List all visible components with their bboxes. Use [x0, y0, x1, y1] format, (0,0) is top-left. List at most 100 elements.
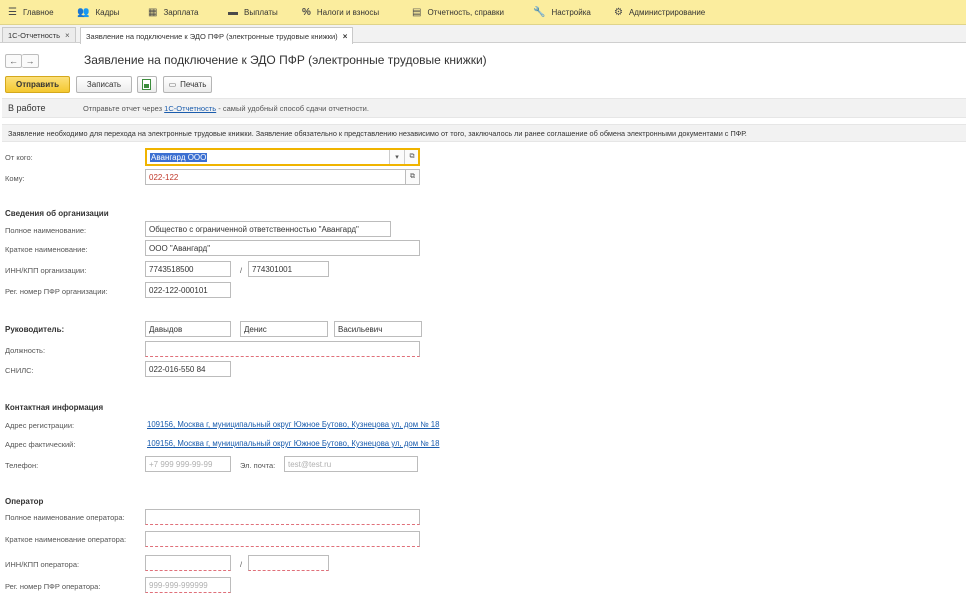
email-label: Эл. почта:: [240, 461, 276, 470]
send-button[interactable]: Отправить: [5, 76, 70, 93]
inn-kpp-separator: /: [240, 266, 243, 275]
reporting-link[interactable]: 1С-Отчетность: [164, 104, 216, 113]
operator-pfr-field[interactable]: 999-999-999999: [145, 577, 231, 593]
org-kpp-value: 774301001: [252, 264, 293, 274]
operator-inn-kpp-label: ИНН/КПП оператора:: [5, 560, 80, 569]
head-snils-value: 022-016-550 84: [149, 364, 206, 374]
status-label: В работе: [8, 103, 46, 113]
notice-banner: Заявление необходимо для перехода на эле…: [2, 124, 966, 142]
to-field[interactable]: 022-122 ⧉: [145, 169, 420, 185]
section-head: Руководитель:: [5, 325, 65, 334]
org-pfr-field[interactable]: 022-122-000101: [145, 282, 231, 298]
open-link-icon: ⧉: [409, 153, 415, 160]
org-short-name-label: Краткое наименование:: [5, 245, 88, 254]
head-position-field[interactable]: [145, 341, 420, 357]
cash-icon: ▬: [228, 6, 238, 18]
notice-text: Заявление необходимо для перехода на эле…: [8, 129, 747, 138]
menu-item-label: Зарплата: [163, 8, 199, 17]
operator-full-name-label: Полное наименование оператора:: [5, 513, 125, 522]
operator-inn-field[interactable]: [145, 555, 231, 571]
menu-item-admin[interactable]: ⚙ Администрирование: [614, 0, 705, 25]
to-label: Кому:: [5, 174, 25, 183]
head-first-name-value: Денис: [244, 324, 267, 334]
users-icon: 👥: [77, 6, 90, 18]
status-hint: Отправьте отчет через 1С-Отчетность - са…: [83, 104, 369, 113]
close-icon[interactable]: ×: [343, 32, 348, 41]
section-contacts: Контактная информация: [5, 403, 104, 412]
org-full-name-field[interactable]: Общество с ограниченной ответственностью…: [145, 221, 391, 237]
operator-inn-kpp-separator: /: [240, 560, 243, 569]
calculator-icon: ▦: [148, 6, 158, 18]
phone-field[interactable]: +7 999 999-99-99: [145, 456, 231, 472]
print-button[interactable]: ▭ Печать: [163, 76, 212, 93]
operator-kpp-field[interactable]: [248, 555, 329, 571]
menu-item-payments[interactable]: ▬ Выплаты: [228, 0, 278, 25]
menu-item-reports[interactable]: ▤ Отчетность, справки: [412, 0, 504, 25]
menu-item-label: Налоги и взносы: [316, 8, 380, 17]
org-full-name-value: Общество с ограниченной ответственностью…: [149, 224, 359, 234]
page-title: Заявление на подключение к ЭДО ПФР (элек…: [84, 53, 487, 67]
save-copy-button[interactable]: [137, 76, 157, 93]
email-field[interactable]: test@test.ru: [284, 456, 418, 472]
org-inn-kpp-label: ИНН/КПП организации:: [5, 266, 87, 275]
head-last-name-value: Давыдов: [149, 324, 183, 334]
menu-item-settings[interactable]: 🔧 Настройка: [533, 0, 591, 25]
tab-edo-application[interactable]: Заявление на подключение к ЭДО ПФР (элек…: [80, 27, 354, 44]
from-select[interactable]: Авангард ООО ▾ ⧉: [145, 148, 420, 166]
from-value: Авангард ООО: [150, 152, 208, 162]
phone-label: Телефон:: [5, 461, 39, 470]
menu-item-label: Отчетность, справки: [427, 8, 504, 17]
reg-address-link[interactable]: 109156, Москва г, муниципальный округ Юж…: [147, 420, 439, 429]
org-inn-field[interactable]: 7743518500: [145, 261, 231, 277]
head-last-name-field[interactable]: Давыдов: [145, 321, 231, 337]
head-middle-name-value: Васильевич: [338, 324, 383, 334]
tab-1c-reporting[interactable]: 1С-Отчетность ×: [2, 27, 76, 42]
from-label: От кого:: [5, 153, 33, 162]
status-text-before: Отправьте отчет через: [83, 104, 163, 113]
operator-full-name-field[interactable]: [145, 509, 420, 525]
operator-pfr-placeholder: 999-999-999999: [149, 580, 208, 590]
section-operator: Оператор: [5, 497, 44, 506]
menu-item-taxes[interactable]: % Налоги и взносы: [302, 0, 379, 25]
head-first-name-field[interactable]: Денис: [240, 321, 328, 337]
fact-address-link[interactable]: 109156, Москва г, муниципальный округ Юж…: [147, 439, 439, 448]
wrench-icon: 🔧: [533, 6, 546, 18]
tab-label: Заявление на подключение к ЭДО ПФР (элек…: [86, 31, 338, 41]
close-icon[interactable]: ×: [65, 31, 70, 40]
to-value: 022-122: [149, 172, 179, 182]
open-link-icon: ⧉: [410, 173, 415, 180]
open-button[interactable]: ⧉: [405, 170, 419, 184]
menu-item-main[interactable]: ☰ Главное: [8, 0, 54, 25]
operator-short-name-field[interactable]: [145, 531, 420, 547]
org-short-name-field[interactable]: ООО "Авангард": [145, 240, 420, 256]
org-pfr-label: Рег. номер ПФР организации:: [5, 287, 108, 296]
forward-button[interactable]: →: [22, 54, 39, 68]
main-menu-bar: ☰ Главное 👥 Кадры ▦ Зарплата ▬ Выплаты % Нало…: [0, 0, 966, 25]
tab-bar: 1С-Отчетность × Заявление на подключение …: [0, 25, 966, 44]
email-placeholder: test@test.ru: [288, 459, 332, 469]
head-snils-field[interactable]: 022-016-550 84: [145, 361, 231, 377]
status-text-after: - самый удобный способ сдачи отчетности.: [218, 104, 369, 113]
printer-icon: ▭: [168, 80, 177, 89]
save-button[interactable]: Записать: [76, 76, 132, 93]
menu-item-hr[interactable]: 👥 Кадры: [77, 0, 119, 25]
menu-item-label: Администрирование: [628, 8, 706, 17]
head-middle-name-field[interactable]: Васильевич: [334, 321, 422, 337]
operator-pfr-label: Рег. номер ПФР оператора:: [5, 582, 101, 591]
gear-icon: ⚙: [614, 6, 623, 18]
menu-item-label: Выплаты: [244, 8, 278, 17]
menu-icon: ☰: [8, 6, 17, 18]
reg-address-label: Адрес регистрации:: [5, 421, 75, 430]
open-button[interactable]: ⧉: [404, 150, 418, 164]
back-button[interactable]: ←: [5, 54, 22, 68]
arrow-right-icon: →: [25, 56, 35, 66]
head-snils-label: СНИЛС:: [5, 366, 34, 375]
tab-label: 1С-Отчетность: [8, 30, 61, 40]
dropdown-button[interactable]: ▾: [389, 150, 404, 164]
org-kpp-field[interactable]: 774301001: [248, 261, 329, 277]
org-full-name-label: Полное наименование:: [5, 226, 87, 235]
org-pfr-value: 022-122-000101: [149, 285, 208, 295]
chevron-down-icon: ▾: [395, 154, 399, 161]
print-label: Печать: [180, 80, 207, 89]
menu-item-salary[interactable]: ▦ Зарплата: [148, 0, 198, 25]
